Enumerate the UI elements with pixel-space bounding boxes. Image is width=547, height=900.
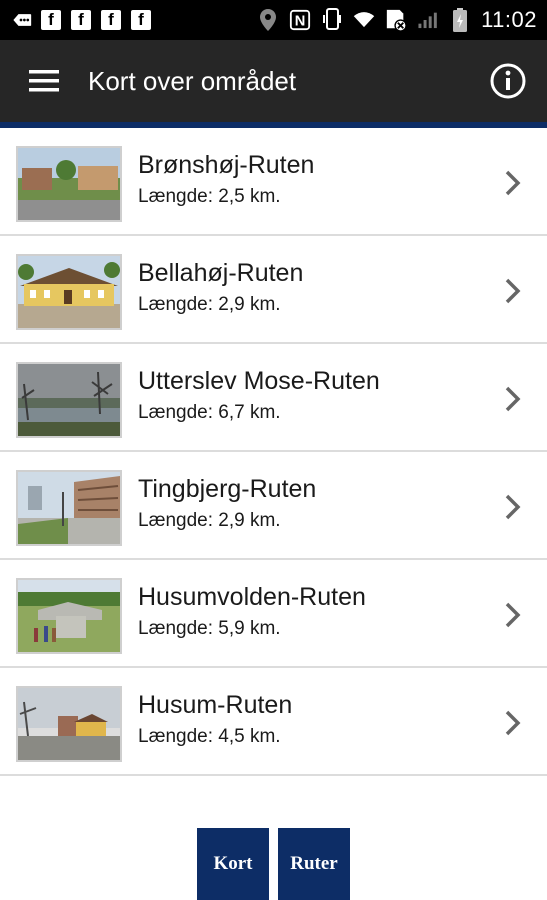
route-length: Længde: 2,5 km. (138, 186, 281, 207)
route-thumbnail (16, 362, 122, 438)
route-item-bronshoj[interactable]: Brønshøj-Ruten Længde: 2,5 km. (0, 128, 547, 236)
chevron-right-icon (505, 278, 521, 304)
route-length: Længde: 4,5 km. (138, 726, 281, 747)
route-length: Længde: 5,9 km. (138, 618, 281, 639)
route-item-bellahoj[interactable]: Bellahøj-Ruten Længde: 2,9 km. (0, 236, 547, 344)
facebook-icon: f (40, 9, 62, 31)
route-thumbnail (16, 578, 122, 654)
chevron-right-icon (505, 170, 521, 196)
route-title: Tingbjerg-Ruten (138, 475, 317, 503)
status-bar-system: N 11:02 (257, 7, 537, 33)
info-icon (490, 63, 526, 99)
route-item-husum[interactable]: Husum-Ruten Længde: 4,5 km. (0, 668, 547, 776)
info-button[interactable] (487, 60, 529, 102)
route-item-husumvolden[interactable]: Husumvolden-Ruten Længde: 5,9 km. (0, 560, 547, 668)
wifi-icon (353, 9, 375, 31)
facebook-icon: f (130, 9, 152, 31)
route-thumbnail (16, 146, 122, 222)
back-chat-icon (10, 9, 32, 31)
route-title: Husum-Ruten (138, 691, 293, 719)
route-item-tingbjerg[interactable]: Tingbjerg-Ruten Længde: 2,9 km. (0, 452, 547, 560)
facebook-icon: f (70, 9, 92, 31)
route-item-utterslev-mose[interactable]: Utterslev Mose-Ruten Længde: 6,7 km. (0, 344, 547, 452)
status-time: 11:02 (481, 7, 537, 32)
chevron-right-icon (505, 494, 521, 520)
battery-icon (449, 8, 471, 32)
chevron-right-icon (505, 386, 521, 412)
kort-button[interactable]: Kort (197, 828, 269, 900)
nfc-icon: N (289, 9, 311, 31)
facebook-icon: f (100, 9, 122, 31)
chevron-right-icon (505, 710, 521, 736)
route-thumbnail (16, 254, 122, 330)
page-title: Kort over området (88, 65, 297, 96)
svg-text:N: N (295, 14, 306, 30)
route-thumbnail (16, 470, 122, 546)
route-length: Længde: 2,9 km. (138, 510, 281, 531)
status-bar-notifications: f f f f (10, 9, 152, 31)
route-list: Brønshøj-Ruten Længde: 2,5 km. Bellahøj-… (0, 128, 547, 776)
app-bar: Kort over området (0, 40, 547, 122)
ruter-button[interactable]: Ruter (278, 828, 350, 900)
menu-icon (29, 70, 59, 92)
status-bar: f f f f N 11:02 (0, 0, 547, 40)
route-title: Bellahøj-Ruten (138, 259, 304, 287)
route-title: Brønshøj-Ruten (138, 151, 315, 179)
route-title: Utterslev Mose-Ruten (138, 367, 380, 395)
route-thumbnail (16, 686, 122, 762)
route-length: Længde: 6,7 km. (138, 402, 281, 423)
vibrate-icon (321, 8, 343, 31)
menu-button[interactable] (0, 40, 88, 122)
bottom-button-bar: Kort Ruter (197, 828, 350, 900)
chevron-right-icon (505, 602, 521, 628)
location-icon (257, 9, 279, 31)
signal-icon (417, 9, 439, 31)
route-length: Længde: 2,9 km. (138, 294, 281, 315)
route-title: Husumvolden-Ruten (138, 583, 366, 611)
sim-icon (385, 9, 407, 32)
